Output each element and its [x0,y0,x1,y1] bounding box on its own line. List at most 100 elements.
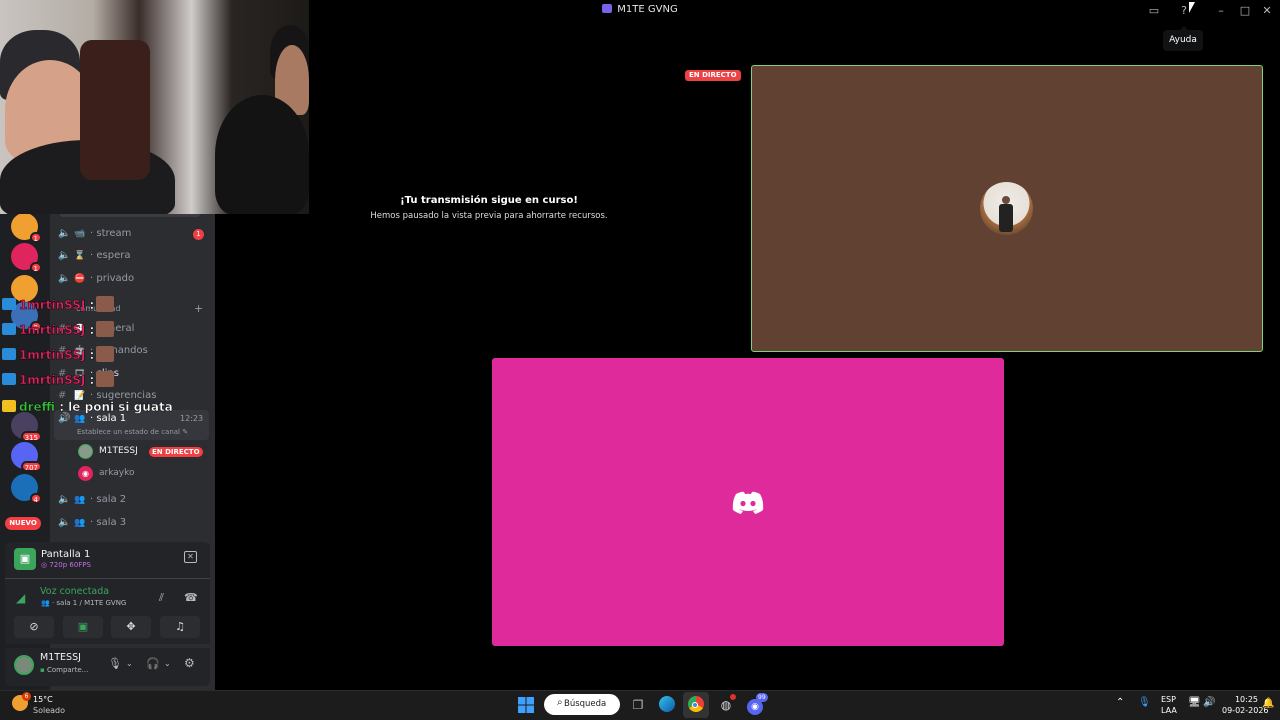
soundboard-button[interactable]: ♫ [160,616,200,638]
windows-start-icon[interactable] [518,697,534,713]
voice-location[interactable]: 👥 · sala 1 / M1TE GVNG [41,599,126,607]
keyboard-layout[interactable]: LAA [1161,706,1177,715]
microphone-tray-icon[interactable]: 🎙 [1138,697,1151,708]
camera-off-button[interactable]: ⊘ [14,616,54,638]
server-icon[interactable]: 1 [11,213,42,243]
channel-sala3[interactable]: 🔈 👥 · sala 3 [58,514,126,532]
chevron-up-icon[interactable]: ⌃ [1116,697,1124,708]
chat-message: dreffi : le poni si guata [2,398,173,416]
channel-stream-badge: 1 [193,229,204,240]
noise-suppression-icon[interactable]: ⫽ [159,591,164,605]
channel-sala2[interactable]: 🔈 👥 · sala 2 [58,491,126,509]
taskbar-search[interactable]: Búsqueda [544,694,620,715]
window-title-text: M1TE GVNG [617,4,678,15]
server-icon[interactable]: 1 [11,243,42,273]
chat-text: : [85,323,95,337]
webcam-chair [80,40,150,180]
channel-status-hint[interactable]: Establece un estado de canal ✎ [77,428,188,436]
headphones-icon[interactable]: 🎧 [146,657,160,670]
discord-logo-icon [732,491,764,514]
close-button[interactable]: ✕ [1260,4,1274,18]
taskbar-search-label: Búsqueda [564,699,607,709]
discord-server-icon [602,4,613,13]
chat-badge-icon [2,400,16,412]
username: M1TESSJ [40,652,81,663]
chat-emote [96,321,115,337]
clock-time[interactable]: 10:25 [1220,695,1258,704]
chat-badge-icon [2,323,16,335]
voice-status[interactable]: Voz conectada [40,586,109,597]
channel-sala2-label: sala 2 [96,494,127,505]
soundboard-icon: ♫ [175,620,185,633]
minimize-button[interactable]: – [1214,4,1228,18]
task-view-icon[interactable]: ❐ [628,696,648,714]
notification-bell-icon[interactable]: 🔔 [1262,698,1274,709]
speaker-icon: 🔈 [58,228,71,239]
stream-title: Pantalla 1 [41,549,91,560]
obs-recording-dot [730,694,736,700]
screen-share-icon[interactable]: ▭ [1147,4,1161,18]
avatar [78,444,93,459]
speaker-icon: 🔈 [58,517,71,528]
monitor-icon: ▪ [40,666,45,674]
screen-share-button[interactable]: ▣ [63,616,103,638]
avatar[interactable] [14,655,34,675]
chat-username: 1mrtinSSJ [19,373,86,387]
voice-member-arkayko[interactable]: arkayko [99,468,135,478]
voice-member-m1tessj[interactable]: M1TESSJ [99,446,138,456]
mouse-cursor [1189,2,1195,13]
channel-espera[interactable]: 🔈 ⌛ · espera [58,247,208,265]
server-badge: 315 [20,431,42,442]
channel-stream-label: stream [96,228,132,239]
live-badge: EN DIRECTO [685,70,741,81]
weather-temp[interactable]: 15°C [33,695,53,704]
speaker-icon: 🔈 [58,494,71,505]
help-tooltip: Ayuda [1163,26,1203,51]
server-icon[interactable]: 707 [11,442,42,472]
chat-text: : [85,348,95,362]
volume-icon[interactable]: 🔊 [1203,697,1215,708]
weather-desc[interactable]: Soleado [33,706,65,715]
server-icon[interactable]: NUEVO [5,510,41,537]
stop-stream-icon[interactable]: ✕ [184,551,197,563]
channel-privado-label: privado [96,273,135,284]
activities-button[interactable]: ✥ [111,616,151,638]
chat-message: 1mrtinSSJ : [2,346,115,364]
server-icon[interactable]: 315 [11,412,42,442]
settings-gear-icon[interactable]: ⚙ [184,656,195,670]
add-channel-icon[interactable]: + [194,302,203,315]
live-badge: EN DIRECTO [149,447,203,457]
chat-emote [96,371,115,387]
edge-browser-icon[interactable] [657,696,677,714]
disconnect-icon[interactable]: ☎ [184,591,198,604]
chat-badge-icon [2,298,16,310]
chat-username: 1mrtinSSJ [19,323,86,337]
user-status: ▪ Comparte... [40,666,88,674]
signal-icon: ◢ [16,591,26,605]
voice-location-text: sala 1 / M1TE GVNG [56,599,127,607]
discord-avatar-icon: ◉ [78,466,93,481]
server-badge: 1 [29,232,42,243]
search-icon: ⌕ [557,697,563,708]
network-icon[interactable]: 🖥 [1188,697,1201,708]
channel-stream[interactable]: 🔈 📹 · stream [58,225,208,243]
chat-badge-icon [2,348,16,360]
server-badge: 4 [29,493,42,504]
user-status-text: Comparte... [46,666,89,674]
server-icon[interactable]: 4 [11,474,42,504]
activities-icon: ✥ [126,620,136,633]
channel-privado[interactable]: 🔈 ⛔ · privado [58,270,208,288]
channel-sala3-label: sala 3 [96,517,127,528]
chevron-down-icon[interactable]: ⌄ [164,659,171,668]
chevron-down-icon[interactable]: ⌄ [126,659,133,668]
keyboard-language[interactable]: ESP [1161,695,1176,704]
screen-share-active-icon: ▣ [77,620,89,633]
avatar [980,182,1033,235]
chat-username: dreffi [19,400,56,414]
maximize-button[interactable]: □ [1238,4,1252,18]
paused-title: ¡Tu transmisión sigue en curso! [400,195,578,206]
microphone-icon[interactable]: 🎙 [108,657,122,670]
chat-username: 1mrtinSSJ [19,348,86,362]
speaker-icon: 🔈 [58,250,71,261]
webcam-person2-body [215,95,309,214]
